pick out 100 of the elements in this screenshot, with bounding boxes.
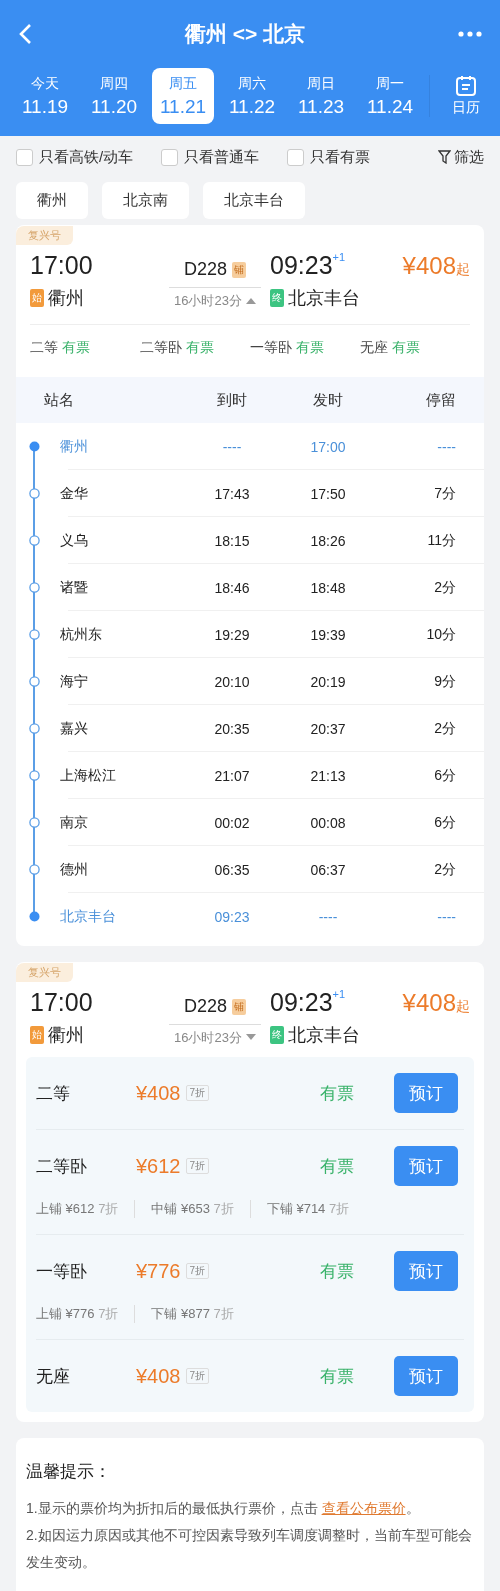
- station-chip[interactable]: 衢州: [16, 182, 88, 219]
- timeline-dot-icon: [28, 676, 40, 687]
- station-name: 北京丰台: [60, 907, 117, 926]
- duration-toggle[interactable]: 16小时23分: [169, 286, 261, 310]
- station-chip[interactable]: 北京丰台: [203, 182, 305, 219]
- book-button[interactable]: 预订: [394, 1251, 458, 1291]
- stop-duration: 11分: [426, 531, 456, 550]
- stop-duration: 2分: [433, 860, 456, 879]
- arrival-time: 18:15: [213, 532, 251, 549]
- duration-toggle[interactable]: 16小时23分: [169, 1023, 261, 1047]
- book-button[interactable]: 预订: [394, 1356, 458, 1396]
- stop-duration: ----: [436, 438, 456, 455]
- start-mark: 始: [30, 1026, 44, 1044]
- discount-tag: 7折: [185, 1263, 210, 1279]
- checkbox[interactable]: [16, 148, 33, 166]
- caret-up-icon: [245, 297, 256, 304]
- filter-label[interactable]: 只看普通车: [184, 147, 260, 167]
- departure-time: ----: [317, 908, 339, 925]
- arrival-time: ----: [221, 438, 243, 455]
- end-mark: 终: [270, 289, 284, 307]
- availability: 有票: [319, 1365, 355, 1388]
- calendar-button[interactable]: 日历: [429, 75, 488, 117]
- departure-time: 06:37: [309, 861, 347, 878]
- arrival-time: 19:29: [213, 626, 251, 643]
- stop-duration: 6分: [433, 813, 456, 832]
- timeline-dot-icon: [28, 488, 40, 499]
- seat-summary: 二等卧 有票: [140, 339, 215, 357]
- station-name: 上海松江: [60, 766, 117, 785]
- station-chip[interactable]: 北京南: [102, 182, 189, 219]
- stop-duration: 2分: [433, 719, 456, 738]
- berth-price: 下铺 ¥714 7折: [249, 1200, 350, 1218]
- seat-class: 一等卧: [36, 1260, 88, 1283]
- station-name: 杭州东: [60, 625, 103, 644]
- date-tab[interactable]: 周一 11.24: [359, 68, 421, 124]
- departure-time: 00:08: [309, 814, 347, 831]
- station-name: 南京: [60, 813, 89, 832]
- date-tab[interactable]: 周日 11.23: [290, 68, 352, 124]
- arrival-time: 20:35: [213, 720, 251, 737]
- timeline-dot-icon: [28, 535, 40, 546]
- book-button[interactable]: 预订: [394, 1146, 458, 1186]
- calendar-icon: [455, 75, 477, 97]
- arrive-time: 09:23: [270, 988, 333, 1016]
- seat-price: ¥408: [136, 1081, 181, 1105]
- departure-time: 17:00: [309, 438, 347, 455]
- timeline-dot-icon: [28, 911, 40, 922]
- stop-duration: 10分: [425, 625, 456, 644]
- column-header: 站名: [44, 390, 75, 410]
- price: ¥408起: [401, 252, 470, 280]
- column-header: 到时: [216, 390, 248, 410]
- book-button[interactable]: 预订: [394, 1073, 458, 1113]
- station-name: 海宁: [60, 672, 89, 691]
- departure-time: 17:50: [309, 485, 347, 502]
- filter-label[interactable]: 只看高铁/动车: [39, 147, 134, 167]
- berth-price: 中铺 ¥653 7折: [134, 1200, 234, 1218]
- berth-price: 上铺 ¥612 7折: [36, 1200, 119, 1218]
- day-offset: +1: [332, 251, 346, 263]
- station-name: 德州: [60, 860, 89, 879]
- back-icon[interactable]: [18, 23, 32, 45]
- sleeper-tag: 铺: [232, 998, 246, 1015]
- column-header: 发时: [312, 390, 344, 410]
- filter-button[interactable]: 筛选: [438, 147, 484, 167]
- arrival-time: 17:43: [213, 485, 251, 502]
- station-name: 诸暨: [60, 578, 89, 597]
- date-tab[interactable]: 周五 11.21: [152, 68, 214, 124]
- date-tab[interactable]: 今天 11.19: [14, 68, 76, 124]
- availability: 有票: [319, 1260, 355, 1283]
- train-card[interactable]: [16, 225, 484, 946]
- checkbox[interactable]: [161, 148, 179, 166]
- day-offset: +1: [332, 988, 346, 1000]
- departure-time: 21:13: [309, 767, 347, 784]
- seat-price: ¥612: [136, 1154, 181, 1178]
- train-number: D228: [184, 259, 227, 280]
- station-name: 金华: [60, 484, 89, 503]
- date-tab[interactable]: 周六 11.22: [221, 68, 283, 124]
- arrival-time: 06:35: [213, 861, 251, 878]
- caret-down-icon: [245, 1034, 256, 1041]
- arrival-time: 20:10: [213, 673, 251, 690]
- filter-icon: [438, 150, 451, 164]
- tips-title: 温馨提示：: [26, 1461, 112, 1483]
- checkbox[interactable]: [287, 148, 305, 166]
- more-icon[interactable]: [458, 31, 482, 37]
- timeline-dot-icon: [28, 723, 40, 734]
- stop-duration: 2分: [433, 578, 456, 597]
- departure-time: 18:48: [309, 579, 347, 596]
- date-tab[interactable]: 周四 11.20: [83, 68, 145, 124]
- depart-time: 17:00: [30, 988, 94, 1017]
- end-mark: 终: [270, 1026, 284, 1044]
- stop-duration: 9分: [433, 672, 456, 691]
- fare-link[interactable]: 查看公布票价: [321, 1500, 406, 1516]
- seat-class: 二等卧: [36, 1155, 88, 1178]
- availability: 有票: [319, 1082, 355, 1105]
- filter-label[interactable]: 只看有票: [310, 147, 371, 167]
- berth-price: 下铺 ¥877 7折: [134, 1305, 234, 1323]
- discount-tag: 7折: [185, 1368, 210, 1384]
- seat-class: 无座: [36, 1365, 71, 1388]
- arrival-time: 00:02: [213, 814, 251, 831]
- departure-station: 衢州: [48, 1024, 84, 1047]
- availability: 有票: [319, 1155, 355, 1178]
- stop-duration: ----: [436, 908, 456, 925]
- timeline-dot-icon: [28, 582, 40, 593]
